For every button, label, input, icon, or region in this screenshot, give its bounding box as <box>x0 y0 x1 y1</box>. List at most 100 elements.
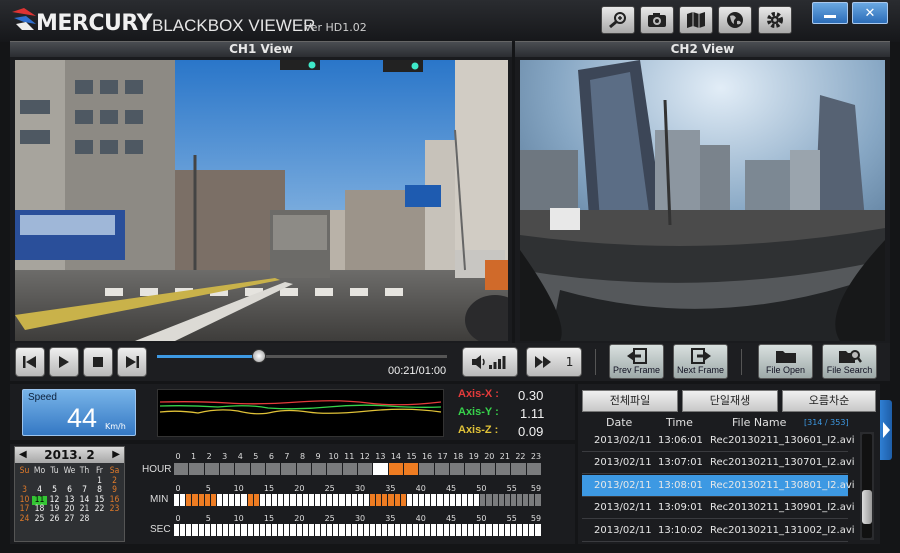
timeline-tick: 7 <box>284 452 290 461</box>
settings-button[interactable] <box>758 6 792 34</box>
timeline-segment[interactable] <box>342 463 358 475</box>
tab-all-files[interactable]: 전체파일 <box>582 390 678 412</box>
file-count: [314 / 353] <box>804 418 849 427</box>
timeline-segment[interactable] <box>204 463 220 475</box>
volume-button[interactable] <box>462 347 518 377</box>
timeline-tick: 35 <box>385 514 396 523</box>
file-row[interactable]: 2013/02/11 13:09:01 Rec20130211_130901_I2.… <box>582 497 855 520</box>
play-button[interactable] <box>49 347 79 377</box>
timeline-segment[interactable] <box>219 463 236 475</box>
min-timeline[interactable] <box>174 494 542 506</box>
timeline-tick: 5 <box>205 484 211 493</box>
timeline-segment[interactable] <box>250 463 266 475</box>
folder-icon <box>775 351 796 363</box>
minimize-button[interactable] <box>812 2 848 24</box>
timeline-segment[interactable] <box>511 463 527 475</box>
column-file-name[interactable]: File Name <box>732 416 786 429</box>
calendar-day[interactable]: 24 <box>17 514 32 525</box>
timeline-tick: 14 <box>390 452 401 461</box>
map-button[interactable] <box>679 6 713 34</box>
globe-button[interactable] <box>718 6 752 34</box>
file-name: Rec20130211_130601_I2.avi <box>710 435 855 446</box>
timeline-segment[interactable] <box>189 463 205 475</box>
timeline-segment[interactable] <box>388 463 404 475</box>
fast-forward-icon <box>534 356 551 368</box>
file-name: Rec20130211_130701_I2.avi <box>710 457 855 469</box>
weekday-label: Su <box>19 466 30 476</box>
prev-frame-button[interactable]: Prev Frame <box>609 344 664 379</box>
ch1-video[interactable] <box>15 60 508 341</box>
expand-panel-button[interactable] <box>880 400 892 460</box>
file-row[interactable]: 2013/02/11 13:08:01 Rec20130211_130801_I2.… <box>582 474 855 497</box>
timeline-segment[interactable] <box>526 463 542 475</box>
calendar-day[interactable]: 27 <box>62 514 77 525</box>
file-row[interactable]: 2013/02/11 13:07:01 Rec20130211_130701_I2.… <box>582 452 855 475</box>
file-name: Rec20130211_130901_I2.avi <box>710 502 855 514</box>
zoom-button[interactable] <box>601 6 635 34</box>
calendar-day[interactable]: 25 <box>32 514 47 525</box>
skip-forward-icon <box>126 356 139 368</box>
timeline-segment[interactable] <box>465 463 481 475</box>
timeline-tick: 45 <box>445 484 457 493</box>
tab-single-play[interactable]: 단일재생 <box>682 390 778 412</box>
calendar-day[interactable]: 22 <box>92 504 107 515</box>
calendar-day[interactable]: 23 <box>107 504 122 515</box>
file-row[interactable]: 2013/02/11 13:06:01 Rec20130211_130601_I2.… <box>582 430 855 452</box>
next-file-button[interactable] <box>117 347 147 377</box>
timeline-segment[interactable] <box>327 463 343 475</box>
timeline-segment[interactable] <box>535 524 542 536</box>
timeline-segment[interactable] <box>480 463 496 475</box>
speed-label: Speed <box>28 392 57 403</box>
timeline-segment[interactable] <box>535 494 542 506</box>
timeline-segment[interactable] <box>434 463 450 475</box>
ch2-video-frame <box>520 60 885 341</box>
file-open-button[interactable]: File Open <box>758 344 813 379</box>
timeline-segment[interactable] <box>296 463 312 475</box>
timeline-segment[interactable] <box>265 463 282 475</box>
tab-ascending[interactable]: 오름차순 <box>782 390 876 412</box>
calendar-day[interactable]: 28 <box>77 514 92 525</box>
sec-timeline[interactable] <box>174 524 542 536</box>
timeline-segment[interactable] <box>357 463 374 475</box>
timeline-segment[interactable] <box>495 463 512 475</box>
close-button[interactable]: ✕ <box>852 2 888 24</box>
stop-button[interactable] <box>83 347 113 377</box>
axis-y-label: Axis-Y : <box>458 406 499 418</box>
prev-month-icon[interactable]: ◀ <box>19 447 27 463</box>
file-time: 13:06:01 <box>658 435 703 446</box>
timeline-segment[interactable] <box>373 463 389 475</box>
hour-timeline[interactable] <box>174 463 542 475</box>
timeline-segment[interactable] <box>281 463 297 475</box>
timeline-segment[interactable] <box>311 463 328 475</box>
column-time[interactable]: Time <box>666 416 693 429</box>
sec-ticks: 0 5 10 15 20 25 30 35 40 45 50 55 59 <box>174 514 542 524</box>
next-frame-button[interactable]: Next Frame <box>673 344 728 379</box>
file-list-scrollbar[interactable] <box>860 432 874 540</box>
seek-handle[interactable] <box>251 349 266 363</box>
next-month-icon[interactable]: ▶ <box>112 447 120 463</box>
gear-icon <box>767 12 783 28</box>
column-date[interactable]: Date <box>606 416 632 429</box>
calendar-day[interactable]: 26 <box>47 514 62 525</box>
timeline-segment[interactable] <box>419 463 435 475</box>
file-search-button[interactable]: File Search <box>822 344 877 379</box>
file-row[interactable]: 2013/02/11 13:10:02 Rec20130211_131002_I2.… <box>582 520 855 542</box>
timeline-segment[interactable] <box>174 463 190 475</box>
timeline-segment[interactable] <box>449 463 466 475</box>
timeline-segment[interactable] <box>403 463 420 475</box>
camera-icon <box>648 13 666 27</box>
speed-button[interactable]: 1 <box>526 347 582 377</box>
ch2-title: CH2 View <box>515 41 890 57</box>
ch2-video[interactable] <box>520 60 885 341</box>
prev-file-button[interactable] <box>15 347 45 377</box>
calendar-month: 2013. 2 <box>44 448 95 462</box>
scroll-thumb[interactable] <box>862 490 872 524</box>
ch1-panel: CH1 View <box>10 41 512 343</box>
seek-track[interactable] <box>157 349 447 363</box>
timeline-segment[interactable] <box>235 463 251 475</box>
snapshot-button[interactable] <box>640 6 674 34</box>
timeline-tick: 15 <box>406 452 417 461</box>
timeline-tick: 55 <box>506 484 517 493</box>
next-frame-icon <box>690 348 711 364</box>
timeline-tick: 5 <box>205 514 211 523</box>
